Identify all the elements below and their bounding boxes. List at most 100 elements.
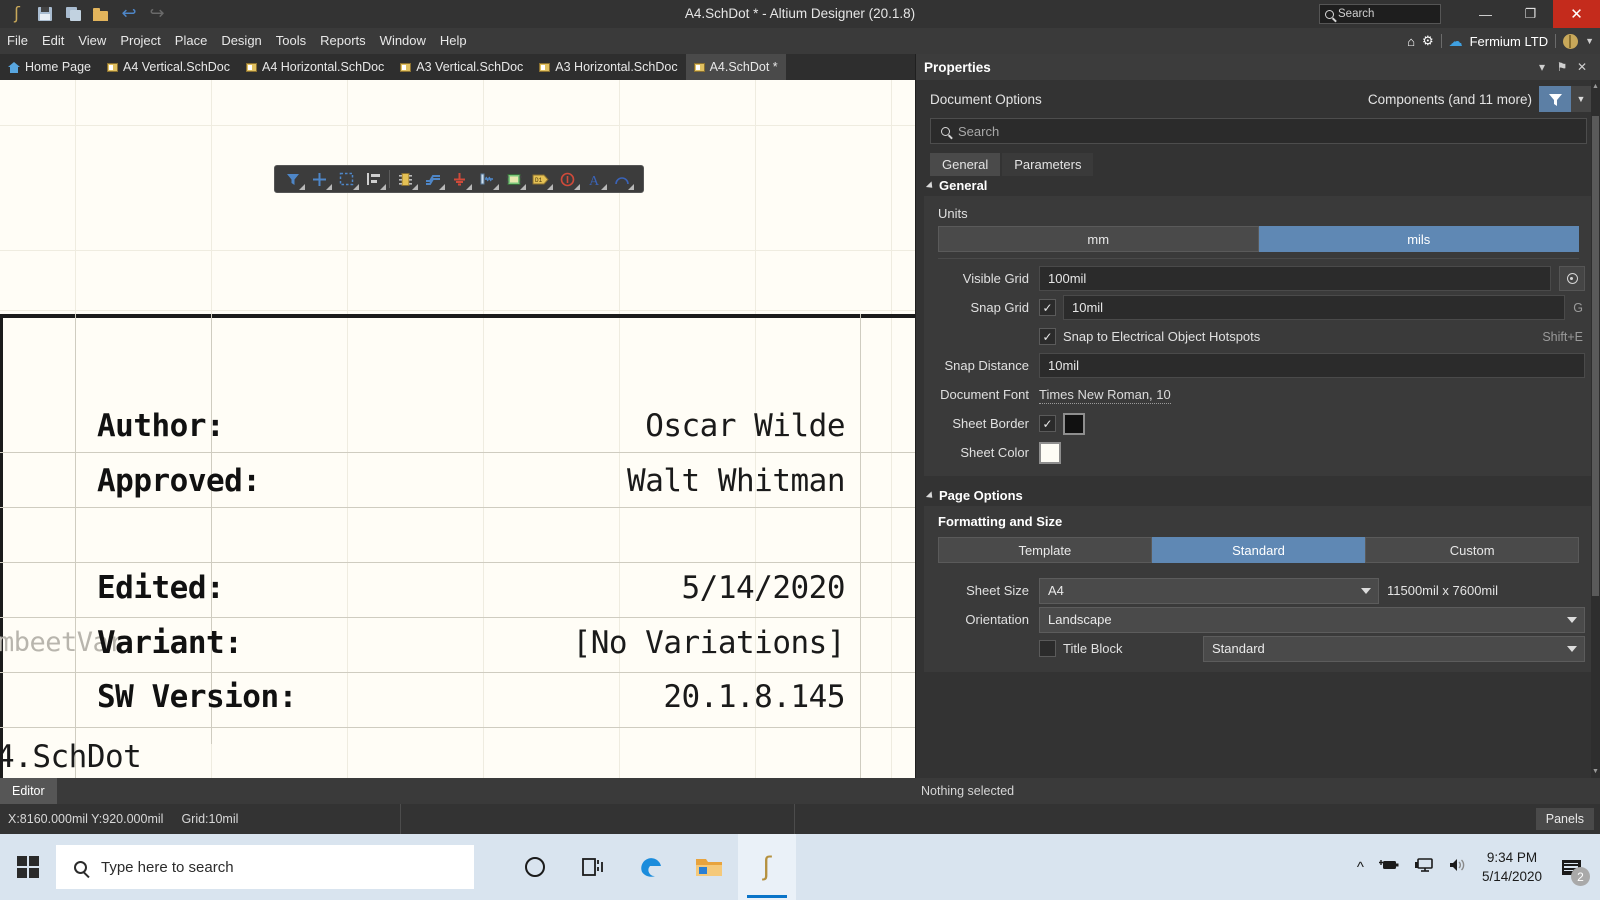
panel-pin-icon[interactable]: ⚑ xyxy=(1552,60,1572,74)
select-rectangle-icon[interactable] xyxy=(333,167,360,191)
document-font-value[interactable]: Times New Roman, 10 xyxy=(1039,386,1171,404)
tab-home-page[interactable]: Home Page xyxy=(0,54,99,80)
snap-distance-input[interactable]: 10mil xyxy=(1039,353,1585,378)
units-option-mm[interactable]: mm xyxy=(938,226,1259,252)
coordinates-cell: X:8160.000mil Y:920.000mil Grid:10mil xyxy=(0,804,400,834)
clock[interactable]: 9:34 PM 5/14/2020 xyxy=(1482,848,1542,886)
altium-account-icon[interactable] xyxy=(1563,33,1579,49)
visible-grid-row: Visible Grid 100mil xyxy=(924,265,1593,292)
menu-window[interactable]: Window xyxy=(373,28,433,54)
scroll-up-icon[interactable]: ▲ xyxy=(1592,82,1599,91)
panels-button[interactable]: Panels xyxy=(1535,808,1594,830)
schematic-drawing-toolbar[interactable]: D1 A xyxy=(274,165,644,193)
crosshair-place-icon[interactable] xyxy=(306,167,333,191)
notification-center-button[interactable]: 2 xyxy=(1556,852,1590,886)
chevron-down-icon[interactable]: ▼ xyxy=(1571,86,1591,112)
scrollbar-thumb[interactable] xyxy=(1592,116,1599,596)
tab-a4-horizontal-schdoc[interactable]: A4 Horizontal.SchDoc xyxy=(238,54,392,80)
task-view-icon[interactable] xyxy=(564,834,622,900)
edge-icon[interactable] xyxy=(622,834,680,900)
app-search-box[interactable]: Search xyxy=(1319,4,1441,24)
menu-reports[interactable]: Reports xyxy=(313,28,373,54)
menu-design[interactable]: Design xyxy=(214,28,268,54)
sheet-border-checkbox[interactable]: ✓ xyxy=(1039,415,1056,432)
taskbar-search-input[interactable]: Type here to search xyxy=(56,845,474,889)
schematic-icon xyxy=(400,62,412,72)
properties-search-input[interactable]: Search xyxy=(930,118,1587,144)
save-icon[interactable] xyxy=(32,2,58,26)
place-wire-icon[interactable] xyxy=(419,167,446,191)
svg-text:D1: D1 xyxy=(535,177,543,184)
menu-tools[interactable]: Tools xyxy=(269,28,313,54)
properties-scrollbar[interactable]: ▲ ▼ xyxy=(1591,80,1600,778)
place-component-icon[interactable] xyxy=(392,167,419,191)
minimize-button[interactable]: — xyxy=(1463,0,1508,28)
snap-hotspots-checkbox[interactable]: ✓ xyxy=(1039,328,1056,345)
tab-a3-horizontal-schdoc[interactable]: A3 Horizontal.SchDoc xyxy=(531,54,685,80)
place-sheet-symbol-icon[interactable] xyxy=(500,167,527,191)
components-filter-label[interactable]: Components (and 11 more) xyxy=(1368,92,1532,107)
battery-icon[interactable] xyxy=(1378,857,1400,877)
orientation-select[interactable]: Landscape xyxy=(1039,606,1585,633)
account-name[interactable]: Fermium LTD xyxy=(1470,34,1548,49)
home-icon[interactable]: ⌂ xyxy=(1407,34,1415,49)
place-port-icon[interactable] xyxy=(473,167,500,191)
network-icon[interactable] xyxy=(1414,857,1434,877)
filter-icon[interactable] xyxy=(1539,86,1571,112)
show-hidden-icons-icon[interactable]: ^ xyxy=(1357,859,1364,876)
close-button[interactable]: ✕ xyxy=(1553,0,1600,28)
menu-view[interactable]: View xyxy=(71,28,113,54)
snap-grid-checkbox[interactable]: ✓ xyxy=(1039,299,1056,316)
place-ground-icon[interactable] xyxy=(446,167,473,191)
format-option-template[interactable]: Template xyxy=(938,537,1152,563)
restore-button[interactable]: ❐ xyxy=(1508,0,1553,28)
tab-parameters[interactable]: Parameters xyxy=(1002,153,1094,176)
tab-a3-vertical-schdoc[interactable]: A3 Vertical.SchDoc xyxy=(392,54,531,80)
sheet-color-swatch[interactable] xyxy=(1039,441,1061,464)
altium-logo-icon[interactable]: ʃ xyxy=(4,2,30,26)
panel-close-icon[interactable]: ✕ xyxy=(1572,60,1592,74)
snap-grid-input[interactable]: 10mil xyxy=(1063,295,1566,320)
title-block-checkbox[interactable] xyxy=(1039,640,1056,657)
tab-label: A4 Vertical.SchDoc xyxy=(123,60,231,74)
open-icon[interactable] xyxy=(88,2,114,26)
start-button[interactable] xyxy=(0,834,56,900)
tab-general[interactable]: General xyxy=(930,153,1001,176)
menu-project[interactable]: Project xyxy=(113,28,167,54)
menu-help[interactable]: Help xyxy=(433,28,474,54)
volume-icon[interactable] xyxy=(1448,857,1468,877)
tab-a4-vertical-schdoc[interactable]: A4 Vertical.SchDoc xyxy=(99,54,238,80)
visible-grid-input[interactable]: 100mil xyxy=(1039,266,1551,291)
chevron-down-icon[interactable]: ▼ xyxy=(1585,36,1594,46)
menu-place[interactable]: Place xyxy=(168,28,215,54)
place-net-label-icon[interactable]: D1 xyxy=(527,167,554,191)
file-explorer-icon[interactable] xyxy=(680,834,738,900)
place-text-icon[interactable]: A xyxy=(581,167,608,191)
undo-icon[interactable]: ↩ xyxy=(116,2,142,26)
menu-file[interactable]: File xyxy=(0,28,35,54)
panel-menu-icon[interactable]: ▾ xyxy=(1532,60,1552,74)
sheet-border-color-swatch[interactable] xyxy=(1063,412,1085,435)
sheet-size-select[interactable]: A4 xyxy=(1039,577,1379,604)
format-option-custom[interactable]: Custom xyxy=(1365,537,1580,563)
gear-icon[interactable]: ⚙ xyxy=(1422,33,1434,49)
visible-grid-eye-icon[interactable] xyxy=(1559,266,1585,291)
no-erc-icon[interactable] xyxy=(554,167,581,191)
section-general-header[interactable]: General xyxy=(916,176,1600,196)
format-option-standard[interactable]: Standard xyxy=(1151,537,1366,563)
menu-edit[interactable]: Edit xyxy=(35,28,71,54)
filter-tool-icon[interactable] xyxy=(279,167,306,191)
save-all-icon[interactable] xyxy=(60,2,86,26)
search-icon xyxy=(74,860,87,874)
editor-tab[interactable]: Editor xyxy=(0,778,57,804)
title-block-select[interactable]: Standard xyxy=(1203,635,1585,662)
tab-a4-schdot[interactable]: A4.SchDot * xyxy=(685,54,786,80)
scroll-down-icon[interactable]: ▼ xyxy=(1592,767,1599,776)
schematic-canvas[interactable]: mbeetVar Author: Approved: Edited: Varia… xyxy=(0,80,915,778)
section-page-options-header[interactable]: Page Options xyxy=(916,486,1600,506)
place-arc-icon[interactable] xyxy=(608,167,635,191)
altium-taskbar-icon[interactable]: ʃ xyxy=(738,834,796,900)
units-option-mils[interactable]: mils xyxy=(1258,226,1579,252)
align-icon[interactable] xyxy=(360,167,387,191)
cortana-icon[interactable] xyxy=(506,834,564,900)
